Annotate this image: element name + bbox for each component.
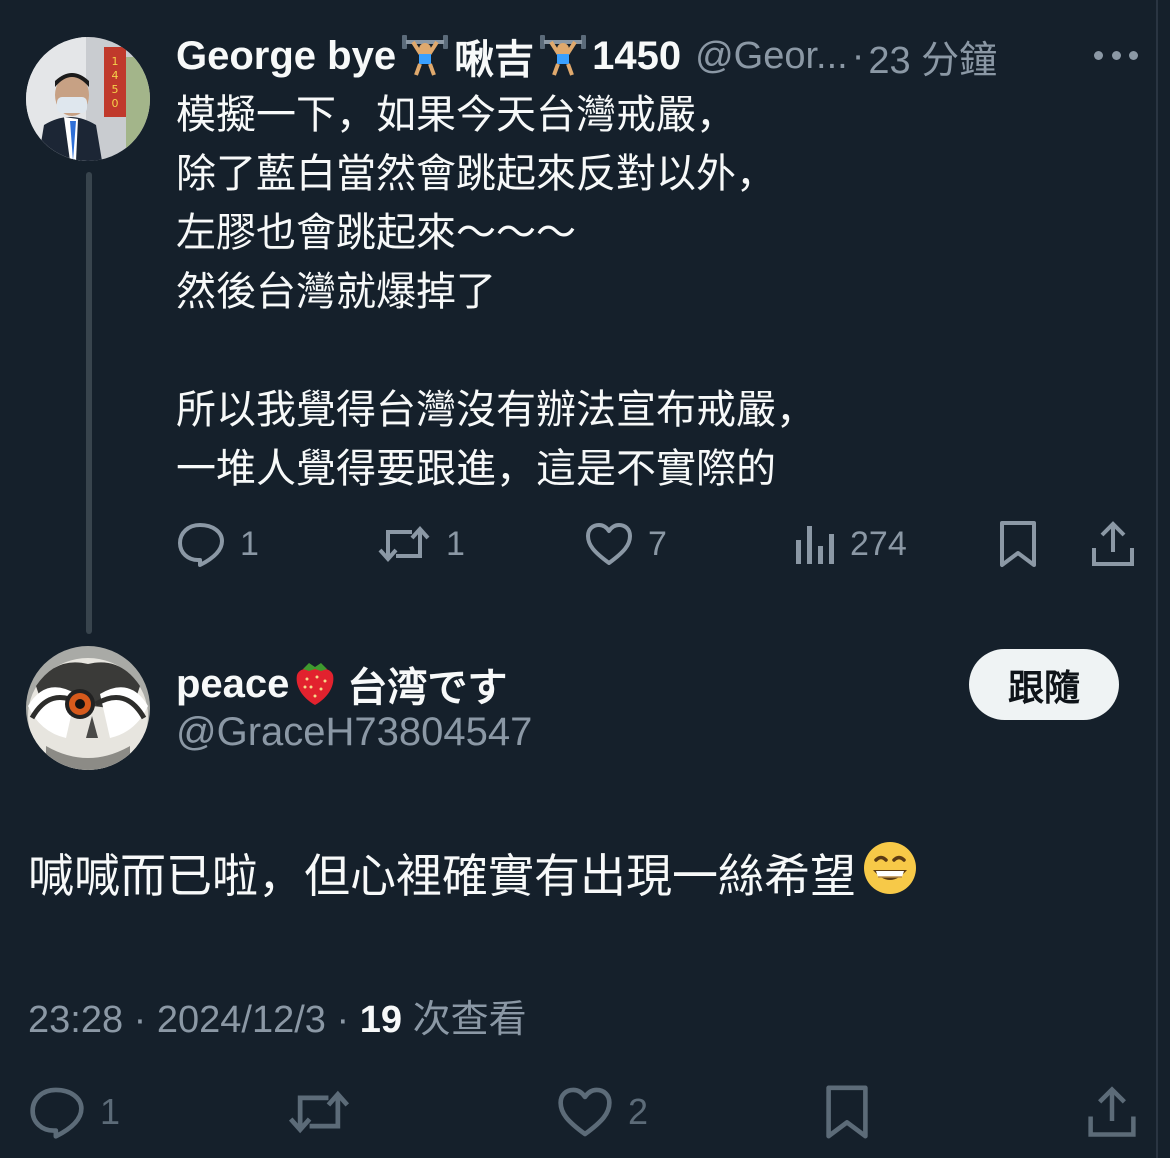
reply-author-display-name[interactable]: peace xyxy=(176,662,289,707)
views-button[interactable]: 274 xyxy=(792,514,907,574)
reply-text-content: 喊喊而已啦，但心裡確實有出現一絲希望 xyxy=(28,850,856,902)
tweet-detail-page: 1 4 5 0 George bye 啾吉 1450 @Geor... · 23… xyxy=(0,0,1170,1158)
reply-views-count: 19 xyxy=(359,999,402,1041)
strawberry-icon xyxy=(291,657,339,712)
tweet-text-line: 然後台灣就爆掉了 xyxy=(176,270,496,314)
reply-button[interactable]: 1 xyxy=(176,514,259,574)
tweet-text-line: 除了藍白當然會跳起來反對以外， xyxy=(176,152,776,196)
tweet-text-blank-line xyxy=(176,322,1106,381)
bookmark-icon xyxy=(826,1085,868,1139)
reply-tweet-text: 喊喊而已啦，但心裡確實有出現一絲希望 xyxy=(28,840,1138,912)
reply-author-name-line: peace 台湾です xyxy=(176,656,507,712)
heart-icon xyxy=(586,523,632,565)
reply-count: 1 xyxy=(100,1091,121,1132)
scrollbar[interactable] xyxy=(1156,0,1170,1158)
views-count: 274 xyxy=(850,524,907,563)
svg-text:0: 0 xyxy=(112,97,119,110)
more-options-icon[interactable] xyxy=(1094,40,1138,70)
meta-separator: · xyxy=(336,999,350,1041)
retweet-button[interactable] xyxy=(286,1082,352,1142)
bookmark-icon xyxy=(1000,521,1036,567)
like-button[interactable]: 2 xyxy=(556,1082,648,1142)
retweet-count: 1 xyxy=(446,524,465,563)
header-separator: · xyxy=(851,34,865,77)
follow-button[interactable]: 跟隨 xyxy=(969,649,1119,720)
parent-tweet-action-bar: 1 1 7 274 xyxy=(176,514,1140,574)
retweet-button[interactable]: 1 xyxy=(376,514,465,574)
reply-icon xyxy=(30,1087,84,1139)
author-handle[interactable]: @Geor... xyxy=(695,35,848,78)
reply-date[interactable]: 2024/12/3 xyxy=(157,999,326,1041)
reply-views-label: 次查看 xyxy=(412,999,527,1041)
reply-meta-line: 23:28 · 2024/12/3 · 19 次查看 xyxy=(28,988,527,1043)
avatar-george[interactable]: 1 4 5 0 xyxy=(26,37,150,161)
like-count: 2 xyxy=(628,1091,649,1132)
bookmark-button[interactable] xyxy=(824,1082,870,1142)
share-icon xyxy=(1088,1086,1136,1137)
weight-lifter-icon xyxy=(538,31,588,82)
views-bar-chart-icon xyxy=(796,526,834,564)
share-icon xyxy=(1092,521,1134,566)
tweet-text-line: 模擬一下，如果今天台灣戒嚴， xyxy=(176,93,736,137)
avatar-peace[interactable] xyxy=(26,646,150,770)
svg-text:1: 1 xyxy=(112,55,119,68)
parent-tweet-header: George bye 啾吉 1450 @Geor... · 23 分鐘 xyxy=(176,27,1136,85)
parent-tweet-text: 模擬一下，如果今天台灣戒嚴， 除了藍白當然會跳起來反對以外， 左膠也會跳起來～～… xyxy=(176,86,1106,499)
author-name-middle[interactable]: 啾吉 xyxy=(454,27,534,85)
retweet-icon xyxy=(288,1090,350,1134)
tweet-text-line: 所以我覺得台灣沒有辦法宣布戒嚴， xyxy=(176,388,816,432)
weight-lifter-icon xyxy=(400,31,450,82)
like-button[interactable]: 7 xyxy=(584,514,667,574)
author-name-suffix[interactable]: 1450 xyxy=(592,34,681,79)
heart-icon xyxy=(558,1087,612,1137)
tweet-text-line: 一堆人覺得要跟進，這是不實際的 xyxy=(176,447,776,491)
reply-button[interactable]: 1 xyxy=(28,1082,120,1142)
reply-author-name-suffix[interactable]: 台湾です xyxy=(347,655,507,713)
svg-text:4: 4 xyxy=(112,69,119,82)
share-button[interactable] xyxy=(1090,514,1136,574)
tweet-timestamp[interactable]: 23 分鐘 xyxy=(868,29,997,84)
reply-count: 1 xyxy=(240,524,259,563)
meta-separator: · xyxy=(133,999,147,1041)
reply-author-handle[interactable]: @GraceH73804547 xyxy=(176,710,532,755)
bookmark-button[interactable] xyxy=(998,514,1038,574)
svg-text:5: 5 xyxy=(112,83,119,96)
reply-icon xyxy=(178,523,224,567)
reply-tweet-action-bar: 1 2 xyxy=(28,1082,1140,1144)
author-display-name[interactable]: George bye xyxy=(176,34,396,79)
grinning-face-icon xyxy=(862,840,918,912)
tweet-text-line: 左膠也會跳起來～～～ xyxy=(176,211,576,255)
thread-connector-line xyxy=(86,172,92,634)
share-button[interactable] xyxy=(1086,1082,1138,1142)
retweet-icon xyxy=(378,525,430,563)
like-count: 7 xyxy=(648,524,667,563)
reply-time[interactable]: 23:28 xyxy=(28,999,123,1041)
